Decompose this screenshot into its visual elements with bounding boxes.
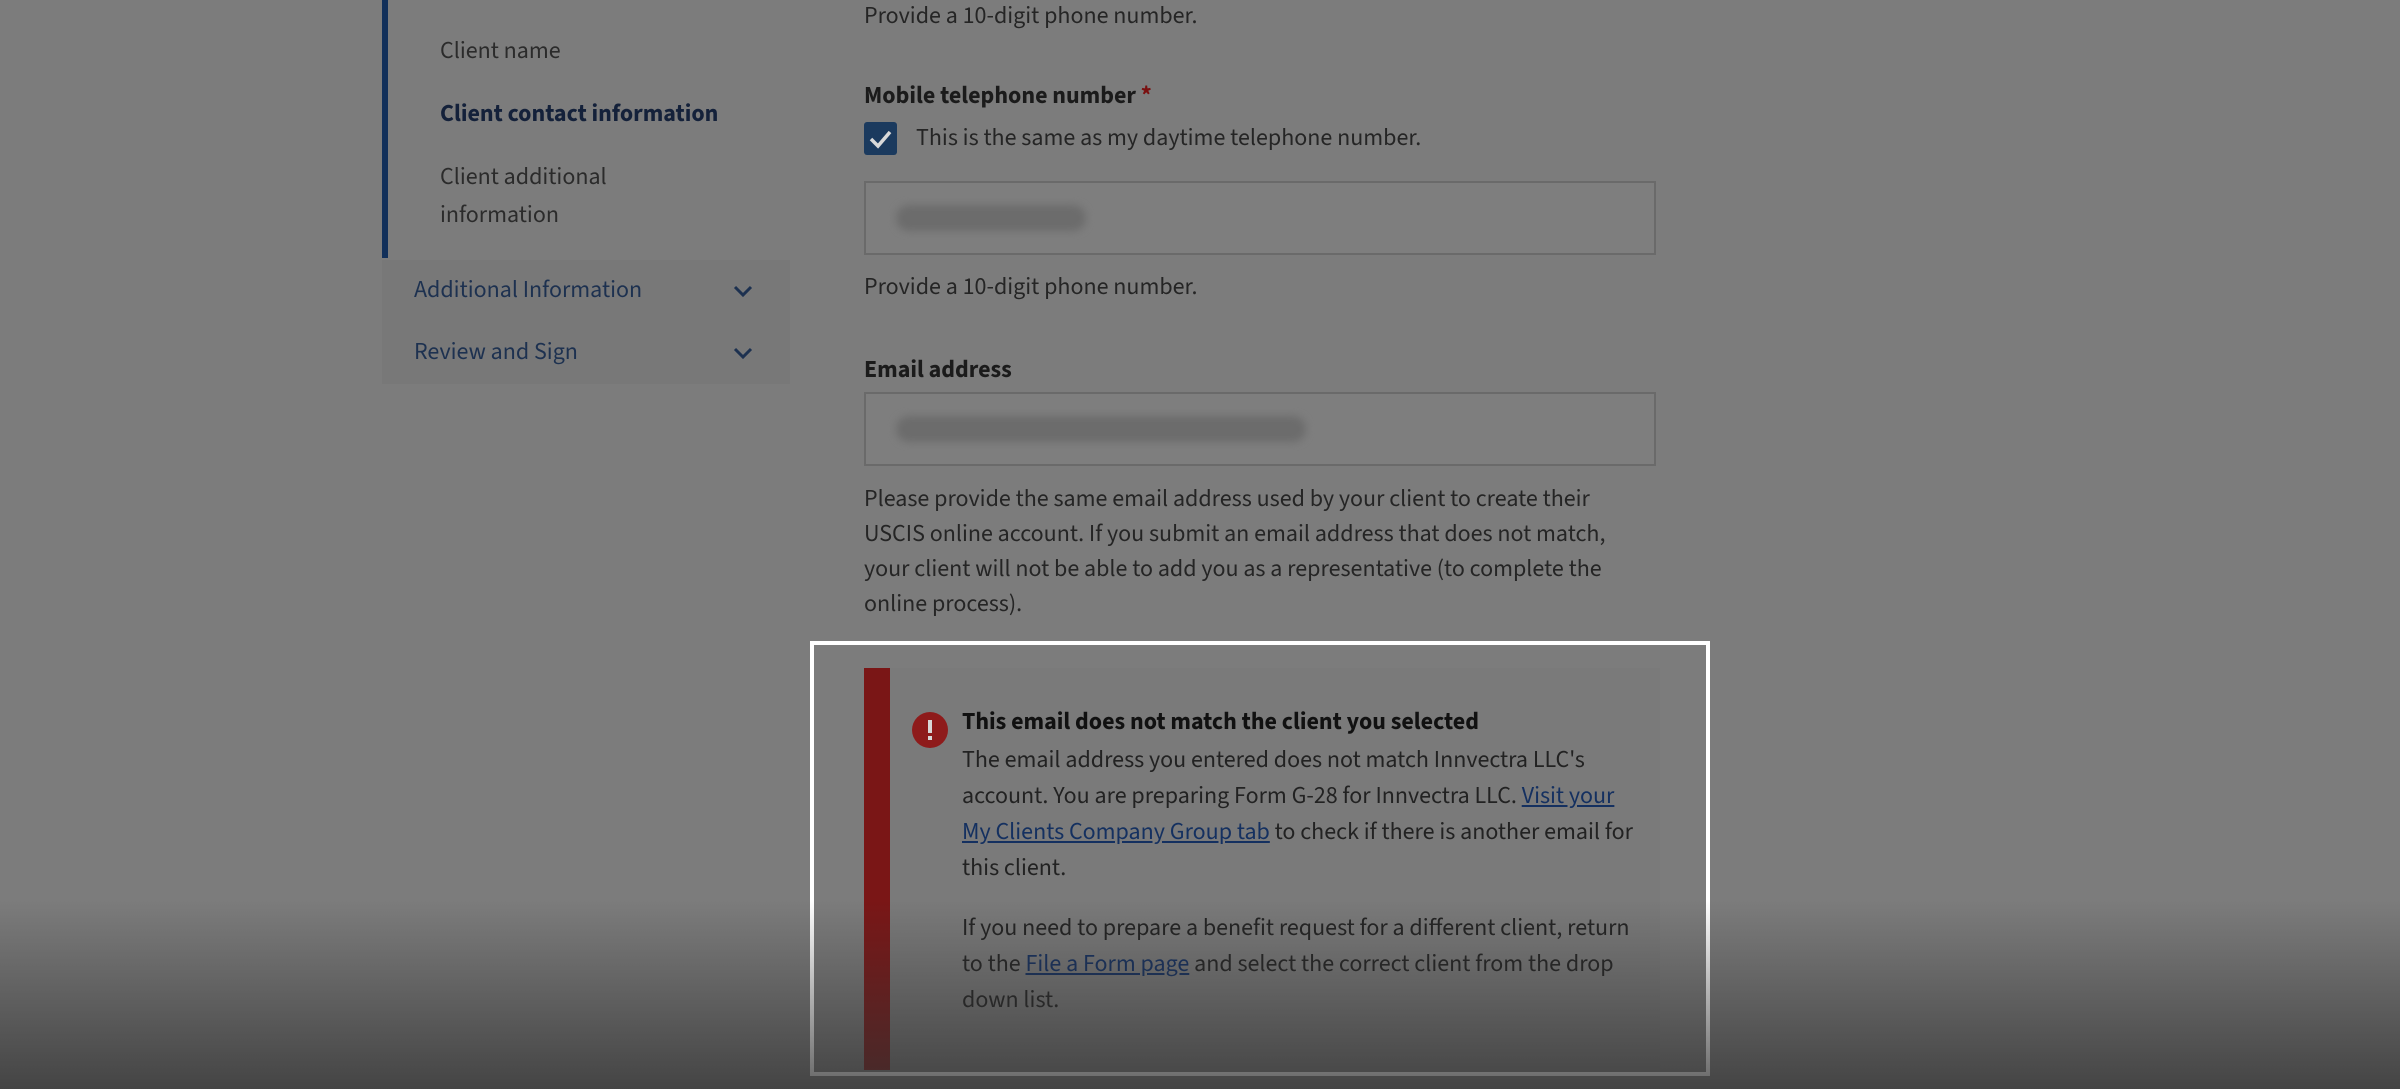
sidebar-item-client-name[interactable]: Client name: [440, 32, 561, 70]
email-input[interactable]: [864, 392, 1656, 466]
mobile-phone-input[interactable]: [864, 181, 1656, 255]
checkmark-icon: [869, 130, 892, 149]
email-label: Email address: [864, 352, 1012, 387]
chevron-down-icon: [730, 340, 756, 366]
mobile-phone-hint: Provide a 10-digit phone number.: [864, 269, 1198, 304]
sidebar-category-additional-information[interactable]: Additional Information: [382, 260, 790, 322]
same-as-daytime-label: This is the same as my daytime telephone…: [916, 120, 1422, 155]
focus-highlight-frame: [810, 641, 1710, 1076]
sidebar-category-review-and-sign[interactable]: Review and Sign: [382, 322, 790, 384]
email-help-text: Please provide the same email address us…: [864, 481, 1606, 621]
mobile-phone-label-text: Mobile telephone number: [864, 78, 1136, 113]
same-as-daytime-checkbox[interactable]: [864, 122, 897, 155]
redacted-value: [896, 205, 1086, 231]
sidebar-item-client-contact-information[interactable]: Client contact information: [440, 95, 718, 133]
sidebar-category-label: Review and Sign: [414, 334, 578, 369]
required-marker: *: [1140, 78, 1152, 113]
mobile-phone-label: Mobile telephone number *: [864, 78, 1152, 113]
sidebar-item-client-additional-information[interactable]: Client additional information: [440, 158, 700, 234]
redacted-value: [896, 416, 1306, 442]
sidebar-category-label: Additional Information: [414, 272, 643, 307]
sidebar-active-indicator: [382, 0, 388, 258]
chevron-down-icon: [730, 278, 756, 304]
daytime-phone-hint: Provide a 10-digit phone number.: [864, 0, 1198, 33]
